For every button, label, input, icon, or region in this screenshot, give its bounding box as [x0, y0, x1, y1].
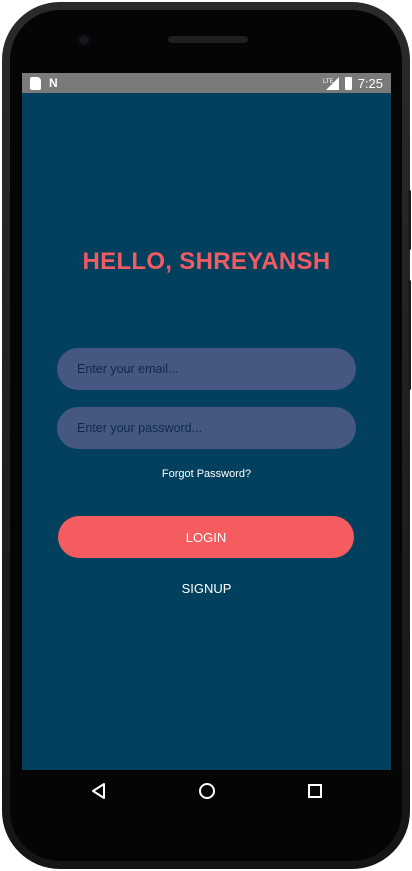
home-icon[interactable] [198, 782, 216, 800]
back-icon[interactable] [90, 782, 108, 800]
power-button [408, 190, 411, 250]
signup-link[interactable]: SIGNUP [22, 581, 391, 596]
volume-button [408, 280, 411, 390]
battery-icon [344, 77, 352, 90]
front-camera [78, 34, 90, 46]
n-icon: N [49, 76, 58, 90]
recents-icon[interactable] [306, 782, 324, 800]
status-bar: N LTE 7:25 [22, 73, 391, 93]
navigation-bar [22, 770, 391, 812]
sd-card-icon [30, 76, 41, 90]
status-time: 7:25 [357, 76, 383, 91]
app-screen: N LTE 7:25 HELLO, SHREYANSH Forgot Passw… [22, 73, 391, 770]
email-input[interactable] [57, 348, 356, 390]
lte-signal-icon: LTE [323, 77, 339, 90]
login-button[interactable]: LOGIN [58, 516, 354, 558]
password-input[interactable] [57, 407, 356, 449]
greeting-title: HELLO, SHREYANSH [82, 248, 331, 275]
earpiece-speaker [168, 36, 248, 43]
status-left: N [30, 76, 58, 90]
status-right: LTE 7:25 [323, 76, 383, 91]
svg-text:LTE: LTE [323, 79, 334, 85]
forgot-password-link[interactable]: Forgot Password? [22, 468, 391, 480]
